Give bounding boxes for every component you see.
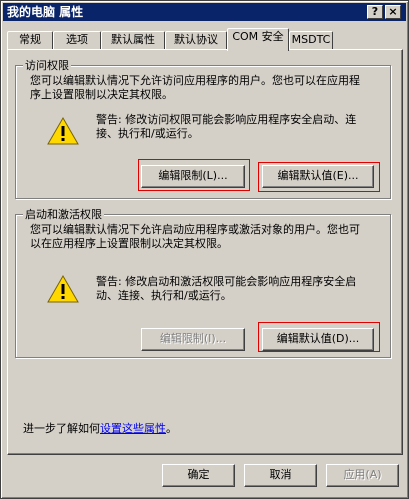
tab-default-properties[interactable]: 默认属性 bbox=[101, 31, 165, 50]
edit-launch-default-button[interactable]: 编辑默认值(D)... bbox=[262, 328, 374, 351]
learn-more-prefix: 进一步了解如何 bbox=[23, 422, 100, 435]
launch-description: 您可以编辑默认情况下允许启动应用程序或激活对象的用户。您也可以在应用程序上设置限… bbox=[30, 223, 360, 250]
title-bar: 我的电脑 属性 ? × bbox=[3, 3, 406, 21]
close-button[interactable]: × bbox=[385, 5, 401, 19]
launch-activation-title: 启动和激活权限 bbox=[23, 206, 104, 222]
learn-more-line: 进一步了解如何设置这些属性。 bbox=[23, 420, 177, 436]
properties-dialog: 我的电脑 属性 ? × 常规 选项 默认属性 默认协议 COM 安全 MSDTC… bbox=[0, 0, 409, 499]
tab-com-security[interactable]: COM 安全 bbox=[227, 28, 289, 51]
apply-button[interactable]: 应用(A) bbox=[326, 464, 399, 487]
learn-more-suffix: 。 bbox=[166, 422, 177, 435]
tab-default-protocols[interactable]: 默认协议 bbox=[165, 31, 227, 50]
launch-warning-text: 警告: 修改启动和激活权限可能会影响应用程序安全启动、连接、执行和/或运行。 bbox=[96, 275, 357, 302]
access-permissions-group: 访问权限 您可以编辑默认情况下允许访问应用程序的用户。您也可以在应用程序上设置限… bbox=[15, 57, 391, 199]
ok-button[interactable]: 确定 bbox=[162, 464, 235, 487]
cancel-button[interactable]: 取消 bbox=[244, 464, 317, 487]
tab-msdtc[interactable]: MSDTC bbox=[289, 31, 333, 50]
edit-launch-limits-button[interactable]: 编辑限制(I)... bbox=[141, 328, 245, 351]
help-button[interactable]: ? bbox=[367, 5, 383, 19]
launch-activation-group: 启动和激活权限 您可以编辑默认情况下允许启动应用程序或激活对象的用户。您也可以在… bbox=[15, 206, 391, 358]
warning-icon bbox=[47, 116, 79, 145]
access-description: 您可以编辑默认情况下允许访问应用程序的用户。您也可以在应用程序上设置限制以决定其… bbox=[30, 74, 360, 101]
window-title: 我的电脑 属性 bbox=[7, 5, 84, 19]
warning-icon bbox=[47, 274, 79, 303]
edit-access-limits-button[interactable]: 编辑限制(L)... bbox=[141, 165, 245, 188]
access-warning-text: 警告: 修改访问权限可能会影响应用程序安全启动、连接、执行和/或运行。 bbox=[96, 113, 357, 140]
learn-more-link[interactable]: 设置这些属性 bbox=[100, 422, 166, 435]
tab-general[interactable]: 常规 bbox=[7, 31, 53, 50]
tab-options[interactable]: 选项 bbox=[53, 31, 101, 50]
access-permissions-title: 访问权限 bbox=[23, 57, 71, 73]
edit-access-default-button[interactable]: 编辑默认值(E)... bbox=[262, 165, 374, 188]
